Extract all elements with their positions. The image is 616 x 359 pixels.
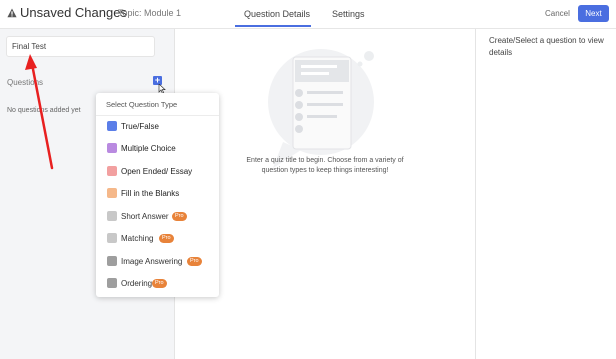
menu-item-label: True/False [121, 122, 159, 131]
tab-settings[interactable]: Settings [332, 9, 365, 19]
menu-header-label: Select Question Type [106, 100, 178, 109]
menu-item-open-ended[interactable]: Open Ended/ Essay [96, 162, 219, 182]
menu-item-label: Short Answer [121, 212, 169, 221]
menu-item-label: Multiple Choice [121, 144, 176, 153]
open-ended-icon [107, 166, 117, 176]
menu-item-label: Fill in the Blanks [121, 189, 180, 198]
details-panel: Create/Select a question to view details [475, 29, 616, 359]
topic-label: Topic: Module 1 [118, 8, 182, 18]
no-questions-message: No questions added yet [7, 107, 81, 114]
details-hint: Create/Select a question to view details [489, 36, 604, 57]
menu-item-label: Ordering [121, 279, 153, 288]
fill-blanks-icon [107, 188, 117, 198]
cancel-button[interactable]: Cancel [545, 9, 570, 18]
menu-item-label: Image Answering [121, 257, 183, 266]
quiz-title-input[interactable] [6, 36, 155, 57]
pro-badge: Pro [152, 279, 167, 288]
menu-item-short-answer[interactable]: Short Answer Pro [96, 207, 219, 227]
editor-area: Enter a quiz title to begin. Choose from… [175, 29, 475, 359]
warning-icon [7, 8, 17, 18]
image-answering-icon [107, 256, 117, 266]
menu-item-label: Matching [121, 234, 154, 243]
pro-badge: Pro [187, 257, 202, 266]
pro-badge: Pro [159, 234, 174, 243]
page-title: Unsaved Changes [20, 5, 127, 20]
menu-header: Select Question Type [96, 93, 219, 116]
menu-item-image-answering[interactable]: Image Answering Pro [96, 252, 219, 272]
quiz-illustration [268, 49, 374, 168]
true-false-icon [107, 121, 117, 131]
menu-item-true-false[interactable]: True/False [96, 117, 219, 137]
menu-item-multiple-choice[interactable]: Multiple Choice [96, 139, 219, 159]
multiple-choice-icon [107, 143, 117, 153]
pro-badge: Pro [172, 212, 187, 221]
top-bar: Unsaved Changes Topic: Module 1 Question… [0, 0, 616, 29]
menu-item-matching[interactable]: Matching Pro [96, 229, 219, 249]
tab-question-details[interactable]: Question Details [244, 9, 310, 19]
menu-item-ordering[interactable]: Ordering Pro [96, 274, 219, 294]
menu-item-label: Open Ended/ Essay [121, 167, 193, 176]
short-answer-icon [107, 211, 117, 221]
next-button[interactable]: Next [578, 5, 609, 22]
ordering-icon [107, 278, 117, 288]
active-tab-indicator [235, 25, 311, 27]
empty-state-hint: Enter a quiz title to begin. Choose from… [246, 157, 404, 174]
question-type-menu: Select Question Type True/False Multiple… [96, 93, 219, 297]
questions-heading: Questions [7, 78, 44, 87]
matching-icon [107, 233, 117, 243]
menu-item-fill-blanks[interactable]: Fill in the Blanks [96, 184, 219, 204]
